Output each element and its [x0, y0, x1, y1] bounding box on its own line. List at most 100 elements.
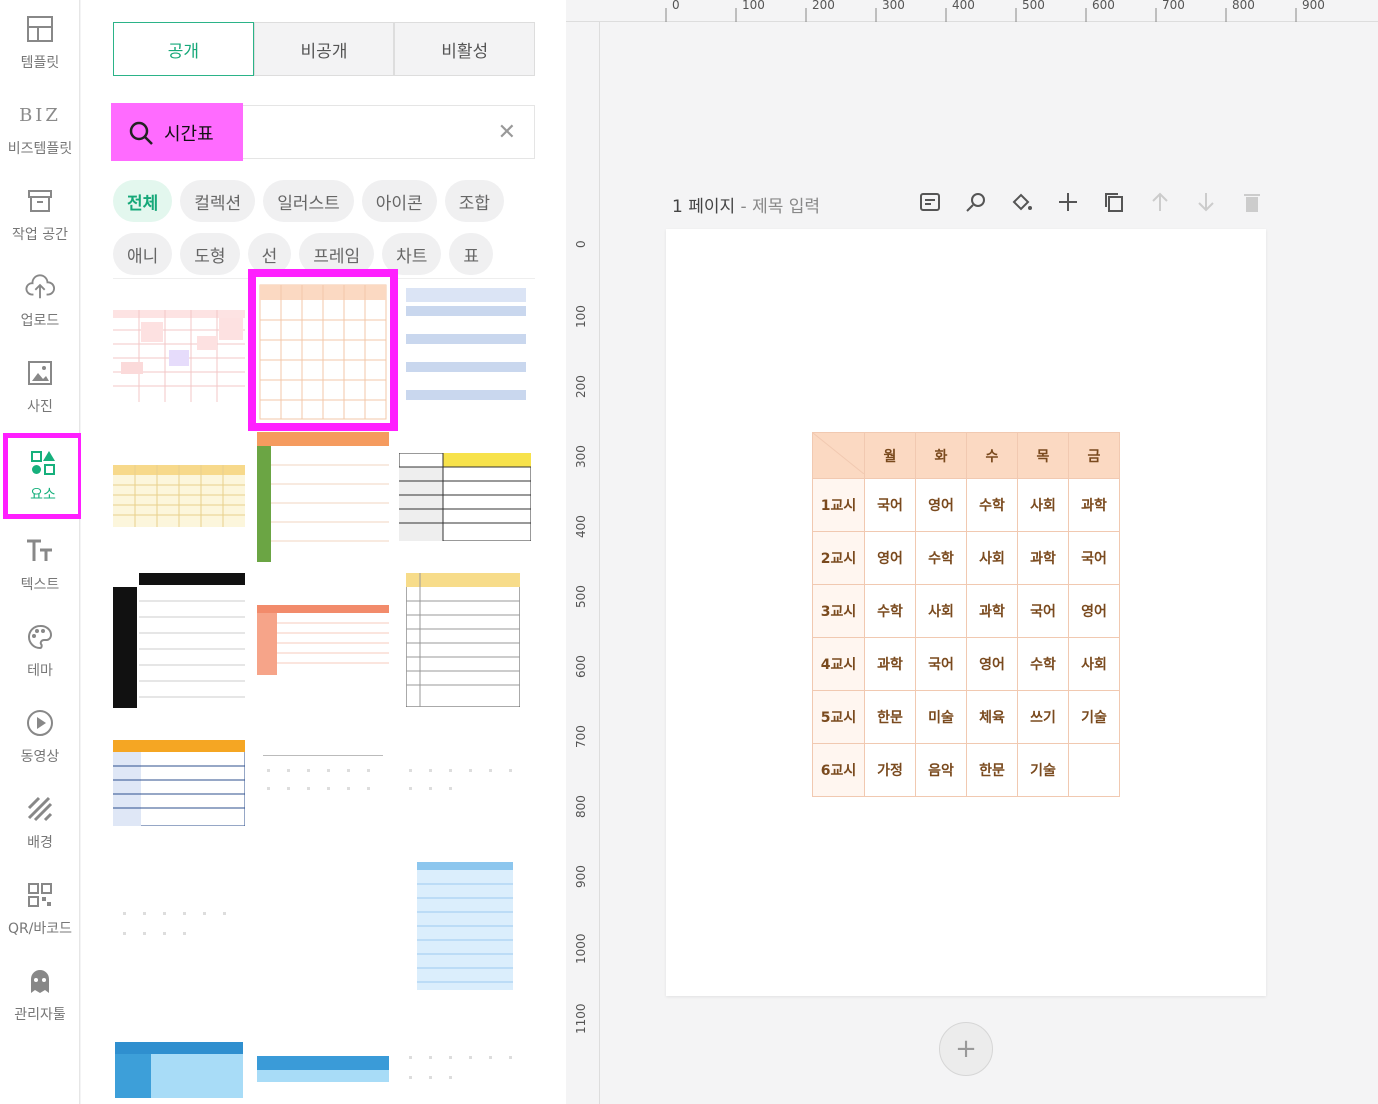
duplicate-icon[interactable]: [1102, 188, 1126, 216]
day-header: 화: [915, 432, 967, 479]
ruler-label: 300: [574, 445, 588, 468]
ruler-label: 0: [574, 240, 588, 248]
calendar-thumb[interactable]: [113, 862, 245, 986]
ruler-label: 100: [742, 0, 765, 12]
ruler-label: 900: [1302, 0, 1325, 12]
rail-admin[interactable]: 관리자툴: [0, 952, 80, 1038]
elements-panel: 공개 비공개 비활성 시간표 ✕ 전체 컬렉션 일러스트 아이콘 조합 애니 도…: [81, 0, 566, 1104]
timetable-thumb[interactable]: [399, 453, 531, 541]
schedule-thumb[interactable]: [406, 288, 526, 420]
timetable-thumb[interactable]: [113, 573, 245, 708]
add-page-button[interactable]: +: [939, 1022, 993, 1076]
category-chips-row1: 전체 컬렉션 일러스트 아이콘 조합: [113, 180, 504, 222]
timetable-thumb[interactable]: [406, 573, 520, 707]
period-cell: 5교시: [812, 690, 865, 744]
rail-workspace[interactable]: 작업 공간: [0, 172, 80, 258]
rail-elements[interactable]: 요소: [3, 433, 83, 519]
rail-photo[interactable]: 사진: [0, 344, 80, 430]
subject-cell: 국어: [1068, 531, 1120, 585]
timetable-thumb-selected[interactable]: [248, 269, 398, 431]
chip-combination[interactable]: 조합: [444, 180, 504, 222]
paint-bucket-icon[interactable]: [1010, 188, 1034, 216]
chip-shape[interactable]: 도형: [180, 233, 240, 275]
calendar-thumb[interactable]: [399, 1010, 531, 1104]
subject-cell: 미술: [915, 690, 967, 744]
chip-icon[interactable]: 아이콘: [361, 180, 437, 222]
rail-label: 배경: [27, 835, 53, 851]
subject-cell: 사회: [915, 584, 967, 638]
period-cell: 4교시: [812, 637, 865, 691]
memo-icon[interactable]: [918, 188, 942, 216]
ruler-label: 500: [574, 585, 588, 608]
page-toolbar: [918, 188, 1264, 216]
day-header: 수: [966, 432, 1018, 479]
lined-note-thumb[interactable]: [417, 862, 513, 990]
search-box[interactable]: 시간표 ✕: [111, 103, 535, 161]
palette-icon: [25, 622, 55, 652]
arrow-down-icon[interactable]: [1194, 188, 1218, 216]
magic-search-icon[interactable]: [964, 188, 988, 216]
subject-cell: 가정: [864, 743, 916, 797]
timetable[interactable]: 월 화 수 목 금 1교시 국어 영어 수학 사회 과학 2교시 영어 수학 사…: [812, 432, 1120, 797]
ruler-label: 700: [1162, 0, 1185, 12]
rail-text[interactable]: 텍스트: [0, 522, 80, 608]
subject-cell: 수학: [915, 531, 967, 585]
corner-cell: [812, 432, 865, 479]
chip-illustration[interactable]: 일러스트: [263, 180, 354, 222]
trash-icon[interactable]: [1240, 188, 1264, 216]
search-icon: [128, 120, 154, 150]
page-number: 1 페이지: [672, 197, 736, 217]
horizontal-ruler: 0 100 200 300 400 500 600 700 800 900: [566, 0, 1378, 22]
visibility-tabs: 공개 비공개 비활성: [113, 22, 536, 76]
table-thumb[interactable]: [115, 1042, 243, 1098]
rail-label: 업로드: [20, 313, 60, 329]
rail-theme[interactable]: 테마: [0, 608, 80, 694]
period-cell: 6교시: [812, 743, 865, 797]
period-cell: 1교시: [812, 478, 865, 532]
calendar-thumb[interactable]: [257, 725, 389, 843]
tab-public[interactable]: 공개: [113, 22, 254, 76]
subject-cell: 기술: [1017, 743, 1069, 797]
search-input[interactable]: 시간표: [164, 120, 214, 146]
rail-video[interactable]: 동영상: [0, 694, 80, 780]
timetable-thumb[interactable]: [113, 310, 245, 402]
rail-upload[interactable]: 업로드: [0, 258, 80, 344]
rail-qr[interactable]: QR/바코드: [0, 866, 80, 952]
tab-inactive[interactable]: 비활성: [394, 22, 536, 76]
table-row: 6교시 가정 음악 한문 기술: [812, 743, 1120, 797]
timetable-thumb[interactable]: [113, 740, 245, 826]
subject-cell: 국어: [864, 478, 916, 532]
ruler-label: 200: [574, 375, 588, 398]
chip-animation[interactable]: 애니: [113, 233, 173, 275]
ruler-label: 800: [1232, 0, 1255, 12]
rail-background[interactable]: 배경: [0, 780, 80, 866]
timetable-thumb[interactable]: [257, 605, 389, 675]
chip-table[interactable]: 표: [449, 233, 494, 275]
page-title-input[interactable]: - 제목 입력: [741, 197, 821, 217]
arrow-up-icon[interactable]: [1148, 188, 1172, 216]
table-row: 2교시 영어 수학 사회 과학 국어: [812, 531, 1120, 585]
ruler-label: 300: [882, 0, 905, 12]
calendar-thumb[interactable]: [399, 725, 531, 843]
chip-collection[interactable]: 컬렉션: [180, 180, 256, 222]
table-thumb[interactable]: [257, 1056, 389, 1082]
chip-all[interactable]: 전체: [113, 180, 173, 222]
photo-icon: [25, 358, 55, 388]
rail-templates[interactable]: 템플릿: [0, 0, 80, 86]
rail-label: 관리자툴: [14, 1007, 66, 1023]
template-icon: [25, 14, 55, 44]
add-icon[interactable]: [1056, 188, 1080, 216]
rail-label: 사진: [27, 399, 53, 415]
background-icon: [25, 794, 55, 824]
vertical-ruler: 0 100 200 300 400 500 600 700 800 900 10…: [566, 22, 600, 1104]
subject-cell: 한문: [966, 743, 1018, 797]
timetable-thumb[interactable]: [257, 432, 389, 562]
tab-private[interactable]: 비공개: [253, 22, 395, 76]
ruler-label: 600: [574, 655, 588, 678]
close-icon[interactable]: ✕: [498, 120, 516, 145]
subject-cell: 영어: [864, 531, 916, 585]
elements-icon: [28, 448, 58, 478]
timetable-thumb[interactable]: [113, 465, 245, 527]
rail-biz-templates[interactable]: BIZ 비즈템플릿: [0, 86, 80, 172]
editor-app: 템플릿 BIZ 비즈템플릿 작업 공간 업로드 사진 요소 텍스트 테마 동영상…: [0, 0, 1378, 1104]
